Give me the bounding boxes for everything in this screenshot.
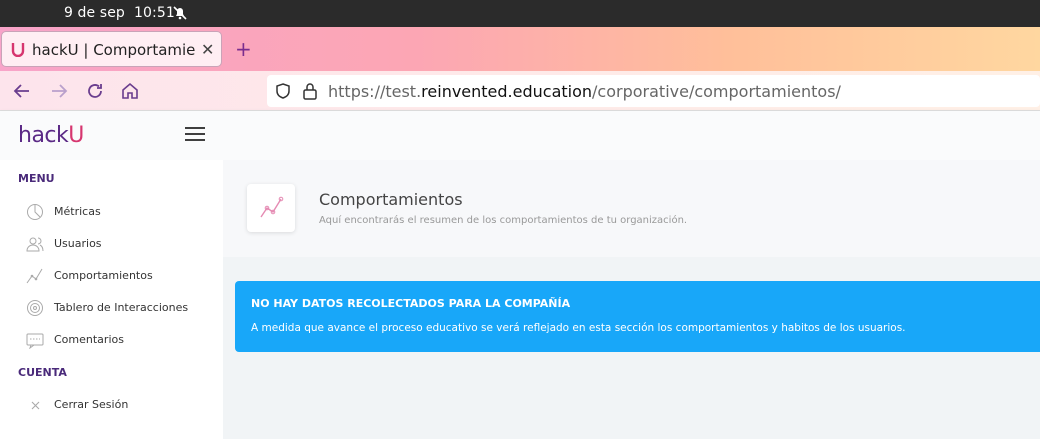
comment-icon bbox=[26, 333, 44, 349]
url-domain: reinvented.education bbox=[421, 82, 593, 101]
new-tab-icon[interactable]: + bbox=[235, 37, 252, 61]
sidebar-item-comportamientos[interactable]: Comportamientos bbox=[26, 265, 216, 287]
page-title-icon-box bbox=[247, 184, 295, 232]
main-content: Comportamientos Aquí encontrarás el resu… bbox=[223, 160, 1040, 439]
sidebar-item-comentarios[interactable]: Comentarios bbox=[26, 329, 216, 351]
system-topbar: 9 de sep 10:51 bbox=[0, 0, 1040, 27]
hacku-favicon-icon bbox=[11, 43, 25, 57]
system-time: 10:51 bbox=[134, 5, 175, 21]
sidebar-item-label: Comentarios bbox=[54, 333, 124, 346]
sidebar-item-cerrar-sesion[interactable]: Cerrar Sesión bbox=[26, 394, 216, 416]
url-path: /corporative/comportamientos/ bbox=[592, 82, 841, 101]
sidebar-item-usuarios[interactable]: Usuarios bbox=[26, 233, 216, 255]
home-icon[interactable] bbox=[120, 81, 140, 101]
close-icon bbox=[31, 401, 40, 410]
alert-title: NO HAY DATOS RECOLECTADOS PARA LA COMPAÑ… bbox=[251, 297, 571, 310]
url-text: https://test.reinvented.education/corpor… bbox=[328, 82, 841, 101]
sidebar-item-label: Usuarios bbox=[54, 237, 102, 250]
back-arrow-icon[interactable] bbox=[12, 81, 32, 101]
sidebar-item-metricas[interactable]: Métricas bbox=[26, 201, 216, 223]
sidebar-item-tablero[interactable]: Tablero de Interacciones bbox=[26, 297, 216, 319]
line-chart-icon bbox=[260, 196, 284, 218]
sidebar-item-label: Cerrar Sesión bbox=[54, 398, 129, 411]
system-clock[interactable]: 9 de sep 10:51 bbox=[64, 5, 175, 21]
shield-icon[interactable] bbox=[275, 83, 291, 99]
page-title-bar: Comportamientos Aquí encontrarás el resu… bbox=[223, 160, 1040, 257]
app-header: hackU bbox=[0, 111, 1040, 160]
sidebar-item-label: Comportamientos bbox=[54, 269, 153, 282]
reload-icon[interactable] bbox=[85, 81, 105, 101]
notifications-muted-icon[interactable] bbox=[172, 5, 188, 21]
url-bar[interactable]: https://test.reinvented.education/corpor… bbox=[267, 75, 1040, 107]
target-icon bbox=[27, 300, 43, 316]
forward-arrow-icon[interactable] bbox=[49, 81, 69, 101]
url-prefix: https://test. bbox=[328, 82, 422, 101]
sidebar-item-label: Tablero de Interacciones bbox=[54, 301, 189, 314]
tab-close-icon[interactable]: ✕ bbox=[201, 40, 214, 59]
users-icon bbox=[26, 237, 44, 252]
tab-title: hackU | Comportamientos bbox=[32, 41, 196, 59]
browser-tabstrip: hackU | Comportamientos ✕ + bbox=[0, 27, 1040, 71]
menu-section-heading: MENU bbox=[18, 172, 55, 185]
logo-main: hack bbox=[18, 123, 69, 148]
pie-chart-icon bbox=[27, 204, 43, 220]
lock-icon[interactable] bbox=[302, 82, 318, 100]
sidebar: MENU Métricas Usuarios Comportamientos T… bbox=[0, 160, 223, 439]
system-date: 9 de sep bbox=[64, 5, 125, 21]
alert-body: A medida que avance el proceso educativo… bbox=[251, 322, 906, 334]
line-chart-icon bbox=[26, 268, 43, 284]
hamburger-menu-icon[interactable] bbox=[185, 127, 205, 141]
page-subtitle: Aquí encontrarás el resumen de los compo… bbox=[319, 215, 688, 226]
browser-navbar: https://test.reinvented.education/corpor… bbox=[0, 71, 1040, 111]
no-data-alert: NO HAY DATOS RECOLECTADOS PARA LA COMPAÑ… bbox=[235, 281, 1040, 352]
sidebar-item-label: Métricas bbox=[54, 205, 101, 218]
tab-hacku[interactable]: hackU | Comportamientos ✕ bbox=[1, 31, 222, 67]
logo-accent: U bbox=[68, 123, 84, 148]
hacku-logo[interactable]: hackU bbox=[18, 123, 84, 148]
page-title: Comportamientos bbox=[319, 190, 463, 209]
account-section-heading: CUENTA bbox=[18, 366, 67, 379]
